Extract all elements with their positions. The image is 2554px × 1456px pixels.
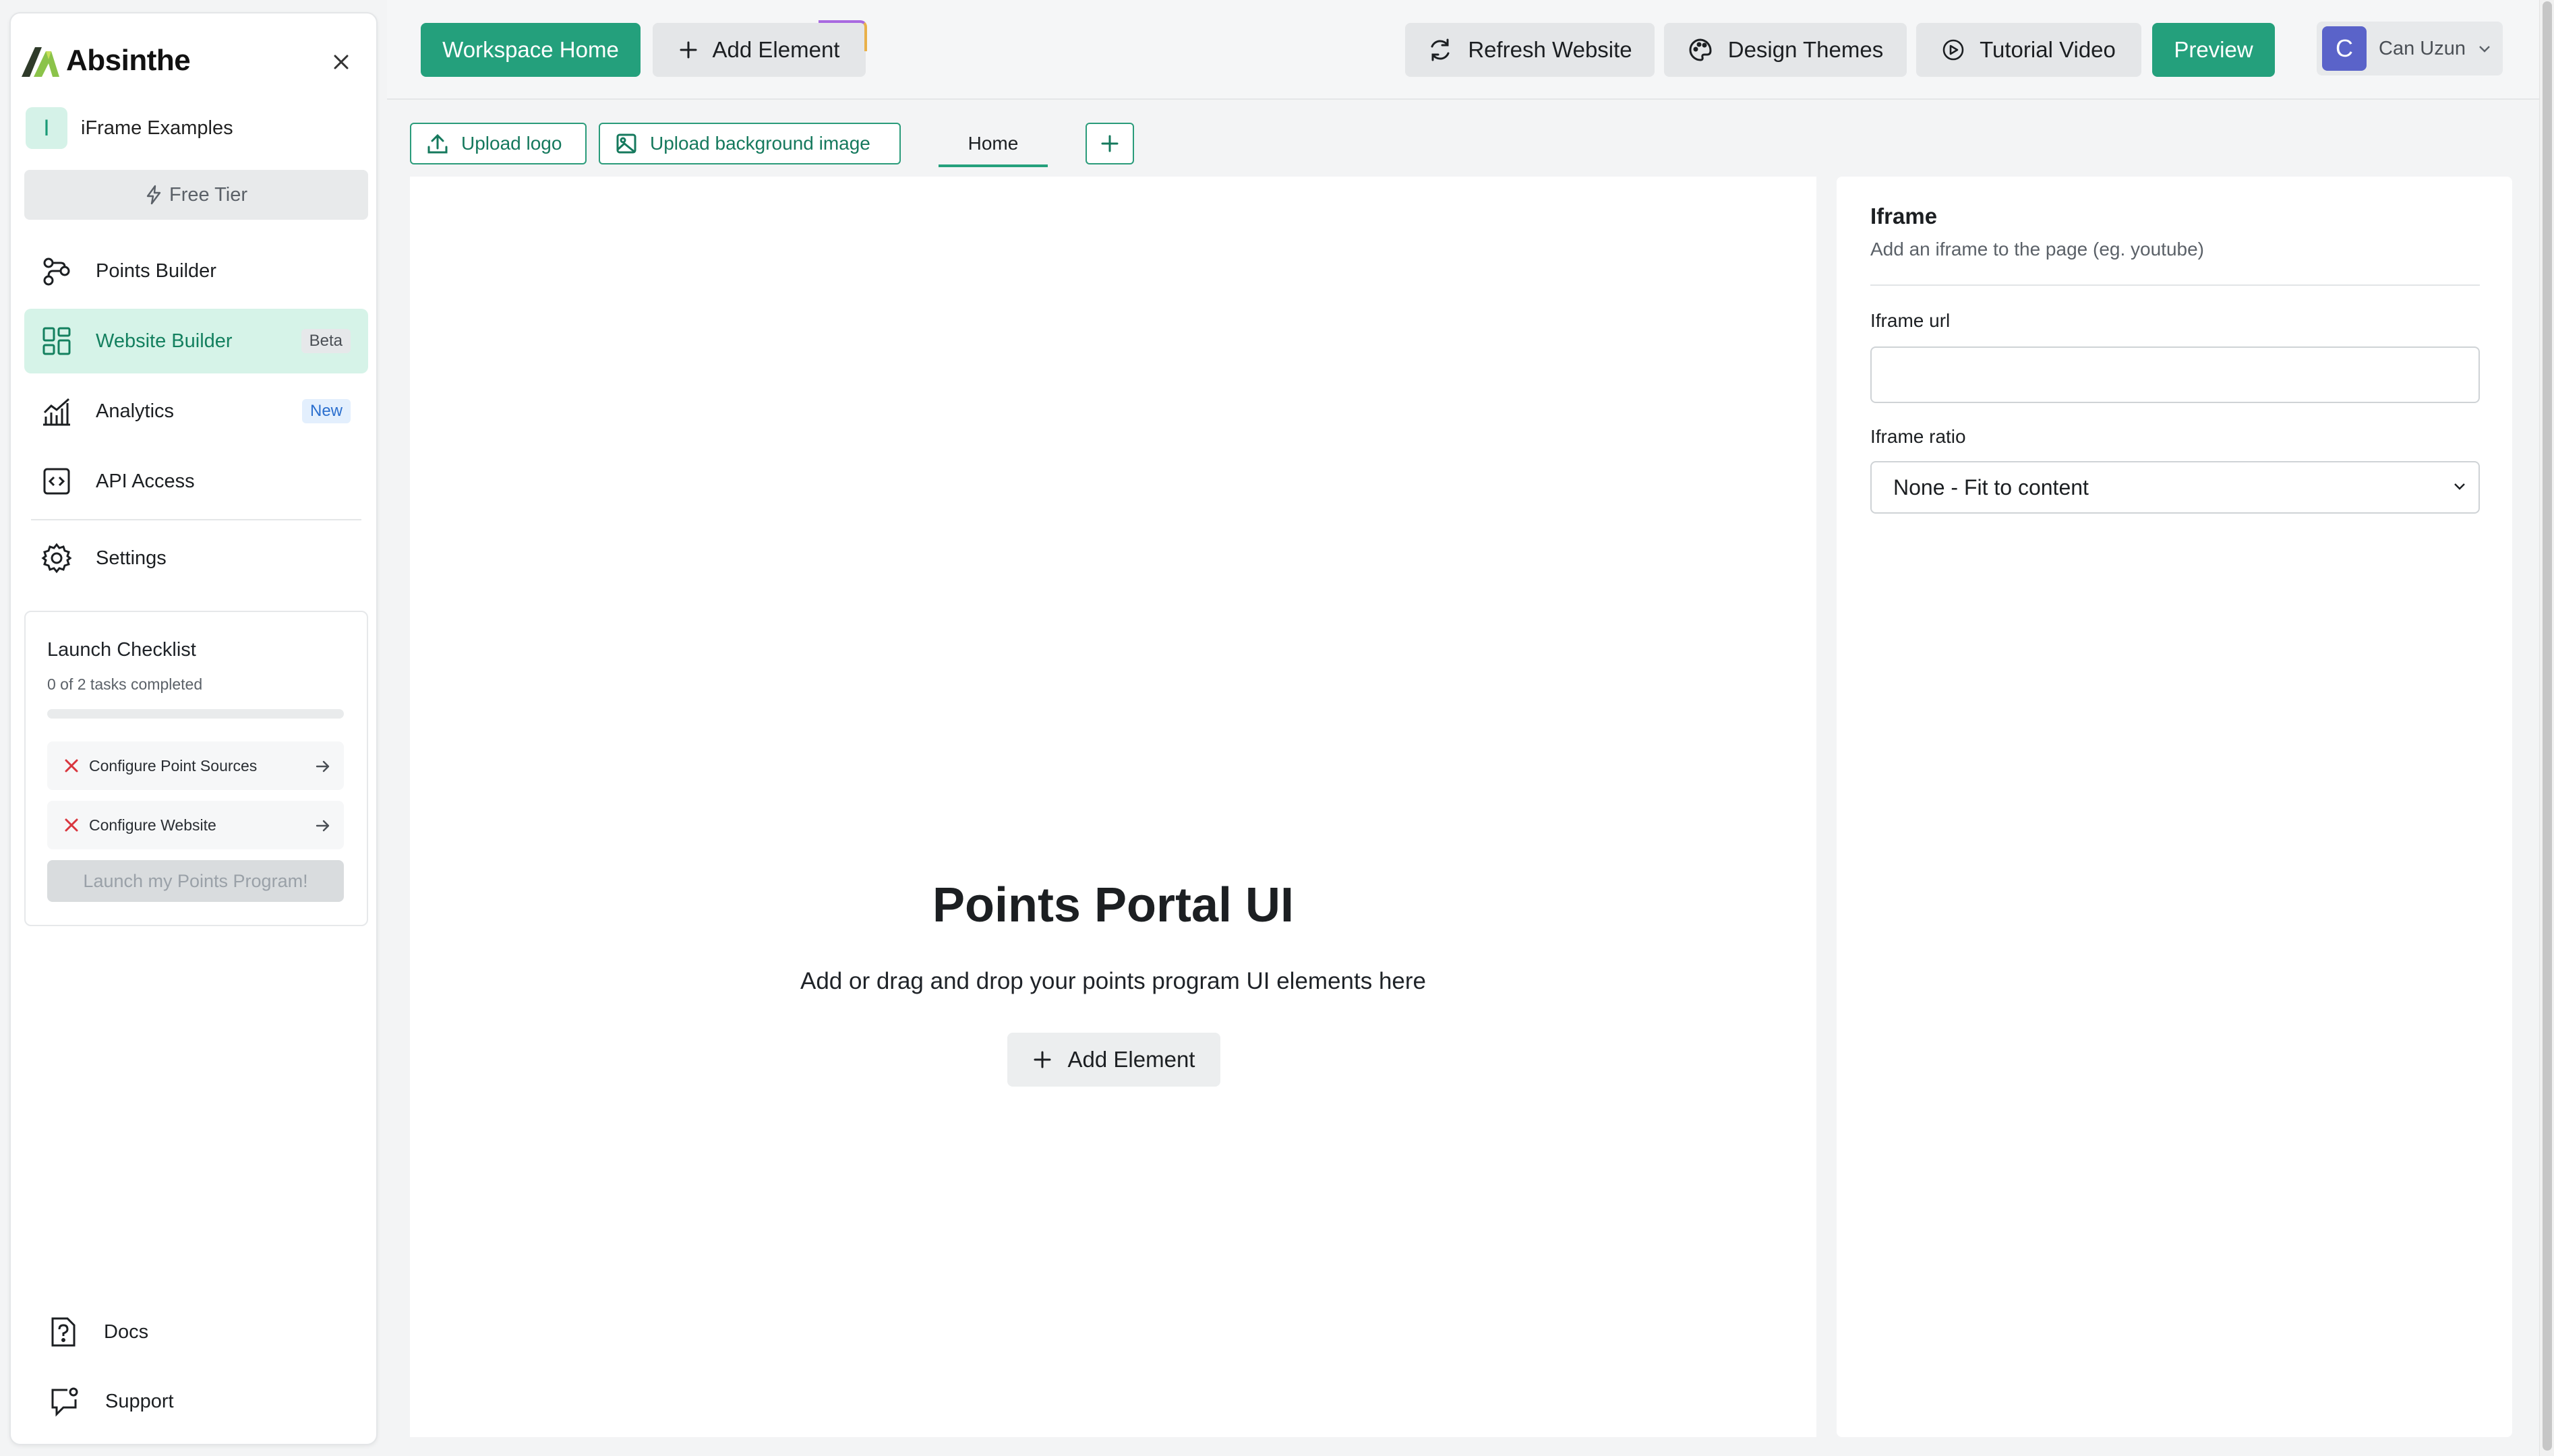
grid-icon — [40, 325, 73, 357]
add-element-label: Add Element — [712, 37, 840, 62]
panel-title: Iframe — [1870, 204, 1938, 229]
plus-icon — [1101, 135, 1119, 152]
docs-link[interactable]: Docs — [49, 1316, 148, 1348]
tier-label: Free Tier — [169, 183, 248, 206]
support-link[interactable]: Support — [49, 1386, 174, 1417]
add-element-button[interactable]: Add Element — [653, 20, 867, 77]
avatar: C — [2322, 26, 2367, 71]
incomplete-x-icon — [65, 818, 78, 832]
support-chat-icon — [51, 1387, 78, 1417]
play-circle-icon — [1942, 39, 1964, 61]
plus-icon — [1034, 1051, 1051, 1068]
sidebar-item-label: Analytics — [96, 400, 175, 422]
iframe-ratio-value: None - Fit to content — [1893, 475, 2089, 499]
support-label: Support — [105, 1390, 174, 1412]
upload-icon — [427, 133, 448, 154]
design-themes-button[interactable]: Design Themes — [1664, 23, 1907, 77]
preview-label: Preview — [2174, 37, 2253, 62]
gear-icon — [40, 542, 73, 574]
close-sidebar-button[interactable] — [328, 49, 355, 75]
palette-icon — [1689, 38, 1712, 61]
page-scrollbar[interactable] — [2539, 0, 2554, 1456]
panel-subtitle: Add an iframe to the page (eg. youtube) — [1870, 239, 2204, 260]
arrow-right-icon — [316, 820, 330, 832]
task-configure-website[interactable]: Configure Website — [47, 801, 344, 849]
beta-badge: Beta — [301, 329, 351, 353]
workspace-switcher[interactable]: I iFrame Examples — [26, 107, 233, 150]
chart-icon — [40, 395, 73, 427]
launch-program-button[interactable]: Launch my Points Program! — [47, 860, 344, 902]
plus-icon — [680, 41, 697, 59]
sidebar: Absinthe I iFrame Examples Free Tier Poi… — [9, 12, 378, 1445]
workspace-home-label: Workspace Home — [442, 37, 619, 62]
iframe-url-label: Iframe url — [1870, 310, 1951, 331]
user-name: Can Uzun — [2379, 37, 2466, 59]
task-configure-point-sources[interactable]: Configure Point Sources — [47, 741, 344, 790]
sidebar-item-label: Settings — [96, 547, 167, 569]
help-doc-icon — [51, 1317, 76, 1347]
iframe-url-input[interactable] — [1870, 346, 2480, 403]
upload-logo-button[interactable]: Upload logo — [410, 123, 587, 164]
panel-divider — [1870, 284, 2480, 286]
sidebar-item-website-builder[interactable]: Website Builder Beta — [24, 309, 368, 373]
tab-home[interactable]: Home — [939, 123, 1048, 167]
tutorial-label: Tutorial Video — [1980, 37, 2116, 62]
chevron-down-icon — [2454, 483, 2465, 490]
workspace-home-button[interactable]: Workspace Home — [421, 23, 641, 77]
canvas-subtitle: Add or drag and drop your points program… — [800, 968, 1426, 994]
lightning-icon — [146, 185, 161, 205]
arrow-right-icon — [316, 760, 330, 772]
chevron-down-icon — [2479, 46, 2490, 53]
absinthe-logo-icon — [22, 47, 59, 77]
sidebar-item-points-builder[interactable]: Points Builder — [24, 239, 368, 303]
launch-checklist: Launch Checklist 0 of 2 tasks completed … — [24, 611, 368, 926]
user-menu[interactable]: C Can Uzun — [2317, 22, 2503, 75]
code-icon — [40, 465, 73, 497]
close-icon — [334, 55, 349, 69]
task-label: Configure Website — [89, 816, 216, 834]
checklist-title: Launch Checklist — [47, 639, 196, 661]
docs-label: Docs — [104, 1321, 149, 1343]
page-canvas[interactable]: Points Portal UI Add or drag and drop yo… — [410, 177, 1816, 1437]
properties-panel: Iframe Add an iframe to the page (eg. yo… — [1837, 177, 2512, 1437]
sidebar-item-api-access[interactable]: API Access — [24, 449, 368, 514]
workspace-avatar: I — [26, 107, 67, 149]
tab-home-label: Home — [968, 133, 1019, 154]
scrollbar-thumb[interactable] — [2543, 1, 2552, 1451]
workspace-name: iFrame Examples — [81, 117, 233, 139]
themes-label: Design Themes — [1727, 37, 1884, 62]
sidebar-item-label: Website Builder — [96, 330, 233, 352]
checklist-progress-bar — [47, 709, 344, 719]
incomplete-x-icon — [65, 759, 78, 772]
tutorial-video-button[interactable]: Tutorial Video — [1916, 23, 2141, 77]
canvas-add-element-button[interactable]: Add Element — [1007, 1033, 1220, 1087]
sidebar-item-analytics[interactable]: Analytics New — [24, 379, 368, 444]
upload-logo-label: Upload logo — [461, 133, 562, 154]
upload-bg-label: Upload background image — [650, 133, 870, 154]
new-badge: New — [301, 399, 351, 423]
sidebar-item-settings[interactable]: Settings — [24, 526, 368, 590]
image-icon — [616, 133, 636, 154]
checklist-subtitle: 0 of 2 tasks completed — [47, 675, 203, 693]
refresh-icon — [1431, 38, 1450, 61]
nav-divider — [31, 519, 361, 520]
canvas-add-element-label: Add Element — [1067, 1047, 1195, 1072]
iframe-ratio-label: Iframe ratio — [1870, 426, 1966, 447]
sidebar-item-label: Points Builder — [96, 260, 216, 282]
add-page-button[interactable] — [1086, 123, 1134, 164]
task-label: Configure Point Sources — [89, 756, 258, 775]
free-tier-button[interactable]: Free Tier — [24, 170, 368, 220]
brand[interactable]: Absinthe — [19, 39, 191, 82]
iframe-ratio-select[interactable]: None - Fit to content — [1870, 461, 2480, 514]
sidebar-nav: Points Builder Website Builder Beta Anal… — [24, 239, 368, 596]
refresh-label: Refresh Website — [1468, 37, 1632, 62]
preview-button[interactable]: Preview — [2152, 23, 2275, 77]
refresh-website-button[interactable]: Refresh Website — [1405, 23, 1655, 77]
sidebar-item-label: API Access — [96, 470, 195, 492]
route-icon — [40, 255, 73, 287]
upload-background-button[interactable]: Upload background image — [599, 123, 901, 164]
canvas-title: Points Portal UI — [932, 878, 1295, 932]
app-name: Absinthe — [66, 44, 191, 77]
